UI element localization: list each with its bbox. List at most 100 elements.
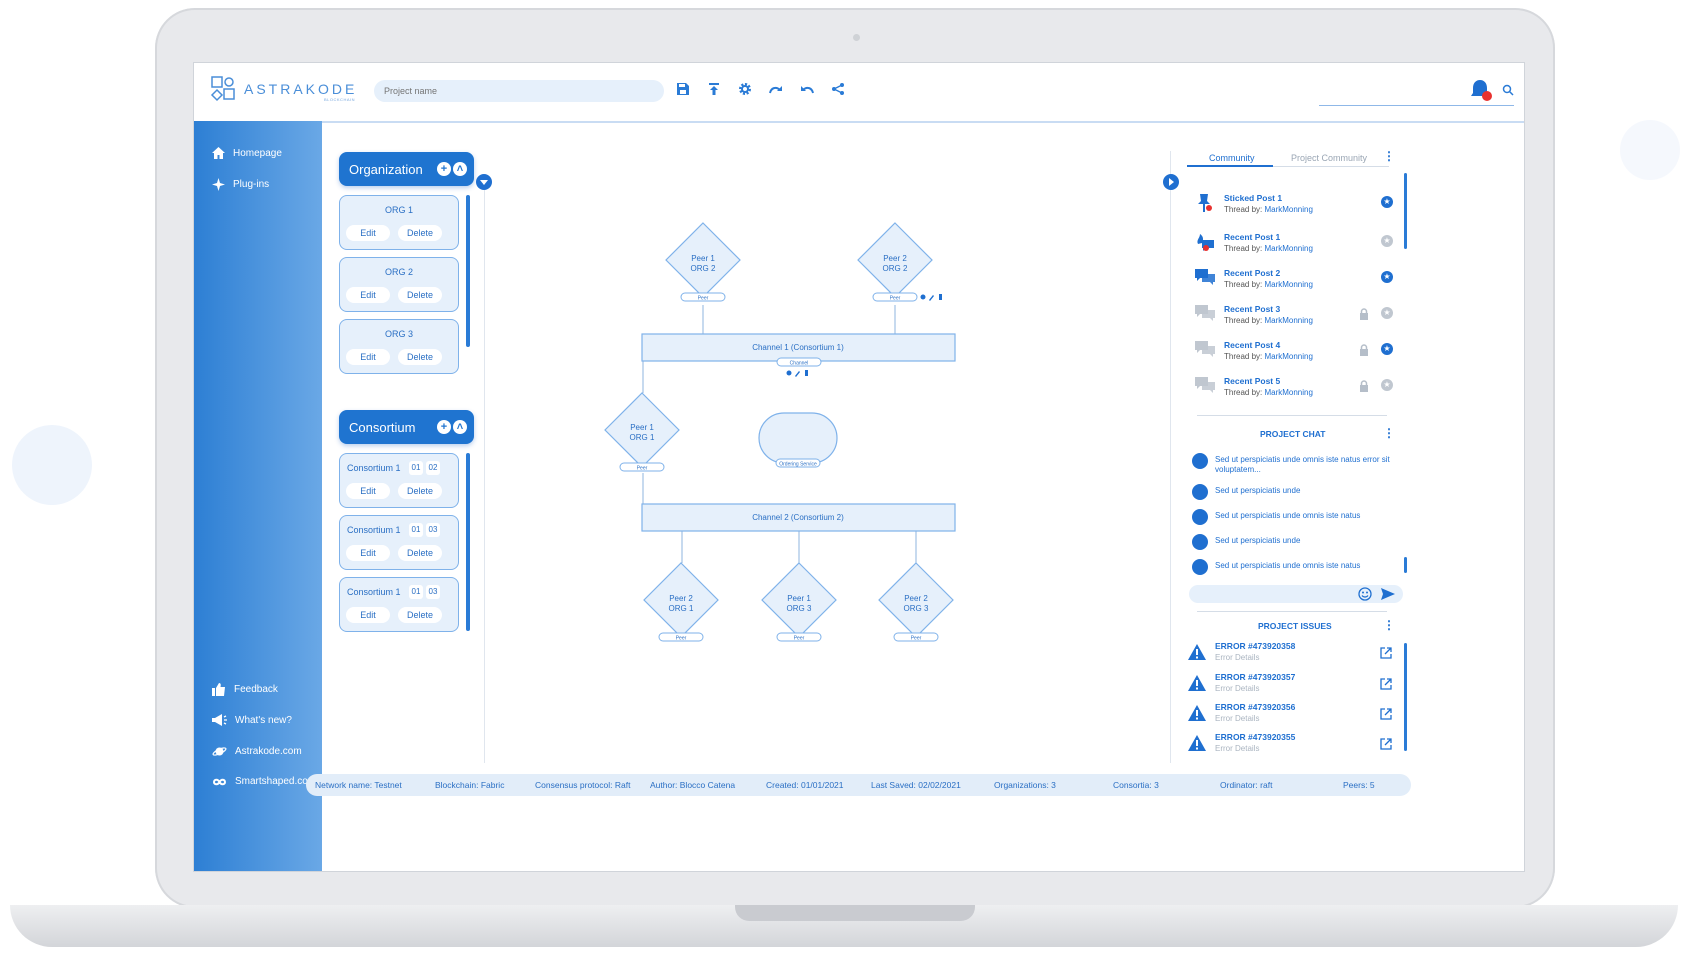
- star-icon[interactable]: ★: [1381, 379, 1393, 391]
- community-scrollbar[interactable]: [1404, 173, 1407, 249]
- pin-icon: [1198, 194, 1212, 212]
- delete-button[interactable]: Delete: [398, 225, 442, 241]
- star-icon[interactable]: ★: [1381, 271, 1393, 283]
- channel-node[interactable]: Channel 1 (Consortium 1) Channel: [641, 333, 956, 367]
- post-author-prefix: Thread by:: [1224, 244, 1265, 253]
- channel-actions-icons[interactable]: [786, 370, 809, 377]
- star-icon[interactable]: ★: [1381, 235, 1393, 247]
- post-title: Recent Post 5: [1224, 376, 1281, 386]
- sidebar-item-whats-new[interactable]: What's new?: [212, 714, 292, 727]
- logo-text: ASTRAKODE: [244, 81, 358, 97]
- sidebar-item-homepage[interactable]: Homepage: [212, 147, 282, 159]
- peer-label-line1: Peer 1: [691, 254, 715, 263]
- chat-message-text: Sed ut perspiciatis unde omnis iste natu…: [1215, 455, 1390, 474]
- search-icon[interactable]: [1502, 84, 1514, 96]
- consortium-number: 02: [426, 461, 440, 475]
- send-icon[interactable]: [1380, 587, 1396, 601]
- delete-button[interactable]: Delete: [398, 607, 442, 623]
- collapse-consortium-icon[interactable]: ˄: [453, 420, 467, 434]
- consortium-number: 01: [409, 585, 423, 599]
- peer-node[interactable]: Peer 1 ORG 2 Peer: [665, 222, 741, 302]
- issues-menu-icon[interactable]: ⋮: [1383, 618, 1395, 632]
- open-external-icon[interactable]: [1380, 738, 1392, 750]
- open-external-icon[interactable]: [1380, 647, 1392, 659]
- peer-label-line2: ORG 1: [669, 604, 694, 613]
- webcam: [853, 34, 860, 41]
- edit-button[interactable]: Edit: [346, 545, 390, 561]
- organization-scrollbar[interactable]: [466, 195, 470, 347]
- delete-button[interactable]: Delete: [398, 483, 442, 499]
- edit-button[interactable]: Edit: [346, 287, 390, 303]
- ordering-service-node[interactable]: Ordering Service: [758, 412, 838, 468]
- star-icon[interactable]: ★: [1381, 196, 1393, 208]
- delete-button[interactable]: Delete: [398, 287, 442, 303]
- collapse-left-panel-icon[interactable]: [475, 173, 493, 191]
- edit-button[interactable]: Edit: [346, 607, 390, 623]
- forum-post[interactable]: Sticked Post 1 Thread by: MarkMonning: [1194, 193, 1404, 223]
- consortium-card: Consortium 1 01 02 Edit Delete: [339, 453, 459, 508]
- delete-button[interactable]: Delete: [398, 545, 442, 561]
- issue-item[interactable]: ERROR #473920356 Error Details: [1187, 702, 1397, 728]
- status-created: Created: 01/01/2021: [766, 780, 844, 790]
- post-author-line: Thread by: MarkMonning: [1224, 388, 1313, 397]
- sidebar-item-plugins[interactable]: Plug-ins: [212, 178, 269, 191]
- issues-scrollbar[interactable]: [1404, 643, 1407, 751]
- issue-item[interactable]: ERROR #473920358 Error Details: [1187, 641, 1397, 667]
- peer-node[interactable]: Peer 1 ORG 1 Peer: [604, 392, 680, 472]
- sidebar-item-smartshaped[interactable]: Smartshaped.com: [212, 776, 316, 787]
- project-name-input[interactable]: [374, 80, 664, 102]
- forum-post[interactable]: Recent Post 5 Thread by: MarkMonning: [1194, 376, 1404, 406]
- background-circle: [12, 425, 92, 505]
- forum-post[interactable]: Recent Post 2 Thread by: MarkMonning: [1194, 268, 1404, 298]
- add-consortium-icon[interactable]: +: [437, 420, 451, 434]
- delete-button[interactable]: Delete: [398, 349, 442, 365]
- peer-node[interactable]: Peer 2 ORG 2 Peer: [857, 222, 933, 302]
- forum-post[interactable]: Recent Post 4 Thread by: MarkMonning: [1194, 340, 1404, 370]
- community-menu-icon[interactable]: ⋮: [1383, 149, 1395, 163]
- emoji-icon[interactable]: [1358, 587, 1372, 601]
- edit-button[interactable]: Edit: [346, 483, 390, 499]
- consortium-title: Consortium: [349, 420, 416, 435]
- issue-item[interactable]: ERROR #473920357 Error Details: [1187, 672, 1397, 698]
- undo-icon[interactable]: [798, 82, 816, 100]
- channel-node[interactable]: Channel 2 (Consortium 2): [641, 503, 956, 532]
- peer-node[interactable]: Peer 2 ORG 1 Peer: [643, 562, 719, 642]
- star-icon[interactable]: ★: [1381, 307, 1393, 319]
- organization-title: Organization: [349, 162, 423, 177]
- tab-community[interactable]: Community: [1209, 153, 1255, 163]
- laptop-notch: [735, 905, 975, 921]
- collapse-right-panel-icon[interactable]: [1162, 173, 1180, 191]
- logo-subtitle: BLOCKCHAIN: [324, 97, 356, 102]
- chat-scrollbar[interactable]: [1404, 557, 1407, 573]
- tab-project-community[interactable]: Project Community: [1291, 153, 1367, 163]
- peer-actions-icons[interactable]: [920, 294, 943, 301]
- consortium-number: 03: [426, 523, 440, 537]
- open-external-icon[interactable]: [1380, 678, 1392, 690]
- post-author-prefix: Thread by:: [1224, 280, 1265, 289]
- collapse-organization-icon[interactable]: ˄: [453, 162, 467, 176]
- consortium-scrollbar[interactable]: [466, 453, 470, 631]
- peer-node[interactable]: Peer 2 ORG 3 Peer: [878, 562, 954, 642]
- issue-item[interactable]: ERROR #473920355 Error Details: [1187, 732, 1397, 758]
- edit-button[interactable]: Edit: [346, 225, 390, 241]
- add-organization-icon[interactable]: +: [437, 162, 451, 176]
- sidebar-item-astrakode[interactable]: Astrakode.com: [212, 745, 302, 758]
- upload-icon[interactable]: [705, 82, 723, 100]
- organization-name: ORG 3: [384, 329, 413, 339]
- sidebar-item-feedback[interactable]: Feedback: [212, 683, 278, 696]
- sidebar-item-label: Astrakode.com: [235, 746, 302, 757]
- redo-icon[interactable]: [767, 82, 785, 100]
- gear-icon[interactable]: [736, 82, 754, 100]
- chat-menu-icon[interactable]: ⋮: [1383, 426, 1395, 440]
- star-icon[interactable]: ★: [1381, 343, 1393, 355]
- open-external-icon[interactable]: [1380, 708, 1392, 720]
- consortium-name: Consortium 1: [347, 463, 401, 473]
- save-icon[interactable]: [674, 82, 692, 100]
- share-icon[interactable]: [829, 82, 847, 100]
- notification-bell-icon[interactable]: [1470, 77, 1494, 103]
- forum-post[interactable]: Recent Post 1 Thread by: MarkMonning: [1194, 232, 1404, 262]
- peer-node[interactable]: Peer 1 ORG 3 Peer: [761, 562, 837, 642]
- edit-button[interactable]: Edit: [346, 349, 390, 365]
- issue-title: ERROR #473920356: [1215, 702, 1296, 712]
- forum-post[interactable]: Recent Post 3 Thread by: MarkMonning: [1194, 304, 1404, 334]
